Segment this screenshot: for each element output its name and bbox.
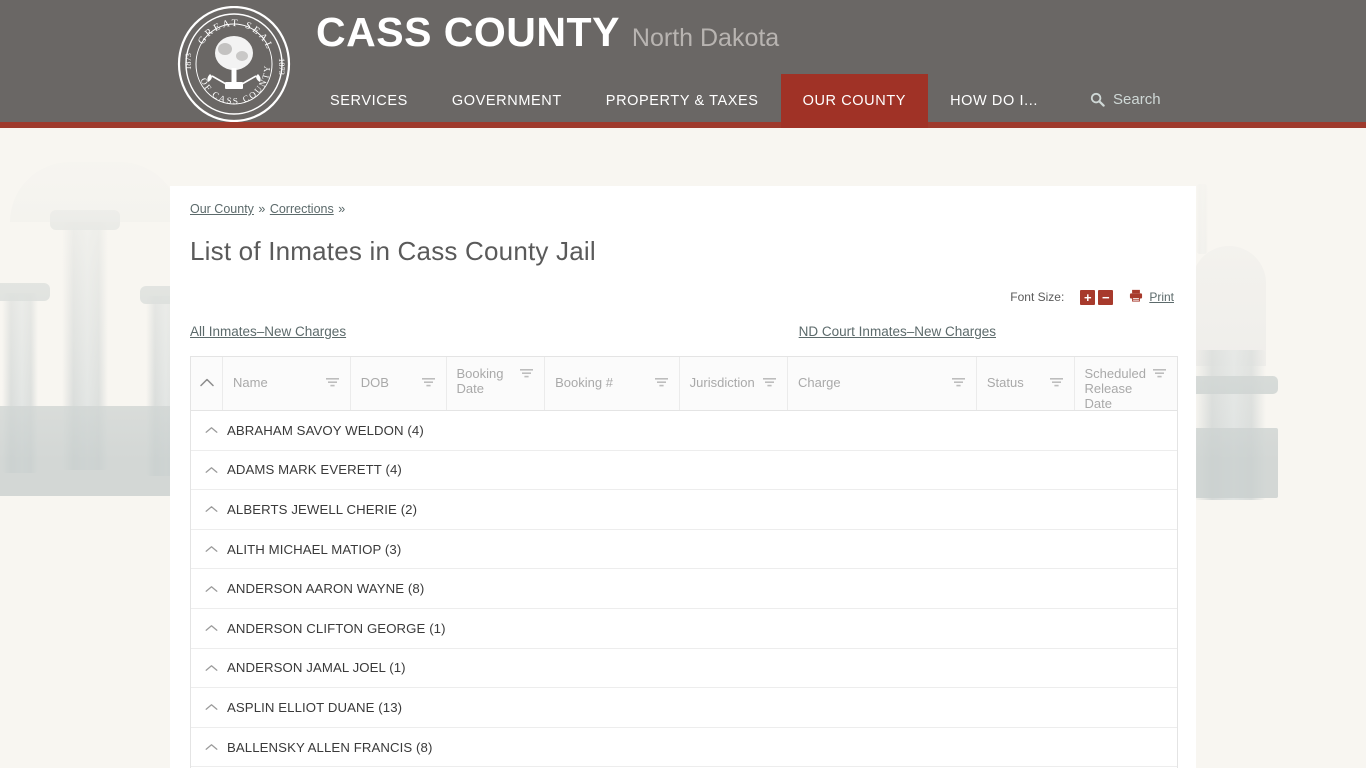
table-row[interactable]: ASPLIN ELLIOT DUANE (13) <box>191 688 1177 728</box>
nav-item-property-taxes[interactable]: PROPERTY & TAXES <box>584 74 781 128</box>
inmate-name: BALLENSKY ALLEN FRANCIS (8) <box>227 739 433 755</box>
table-row[interactable]: ANDERSON AARON WAYNE (8) <box>191 569 1177 609</box>
chevron-up-icon[interactable] <box>201 703 221 711</box>
grid-body: ABRAHAM SAVOY WELDON (4) ADAMS MARK EVERE… <box>191 411 1177 768</box>
page-tools: Font Size: + − Print <box>190 289 1176 305</box>
search-button[interactable]: Search <box>1060 73 1175 127</box>
inmate-name: ANDERSON AARON WAYNE (8) <box>227 581 425 597</box>
brand-subtitle: North Dakota <box>631 24 780 52</box>
table-row[interactable]: BALLENSKY ALLEN FRANCIS (8) <box>191 727 1177 768</box>
link-all-inmates-new-charges[interactable]: All Inmates–New Charges <box>190 324 346 339</box>
grid-header-row: Name DOB Booking Date Booking # Jurisdic… <box>191 357 1177 411</box>
inmate-name: ANDERSON JAMAL JOEL (1) <box>227 660 406 676</box>
chevron-up-icon[interactable] <box>201 466 221 474</box>
county-seal-logo[interactable]: GREAT SEAL OF CASS COUNTY 1873 1873 <box>176 5 292 123</box>
nav-item-our-county[interactable]: OUR COUNTY <box>780 74 929 128</box>
grid-header-status-label: Status <box>986 375 1024 391</box>
font-size-controls: + − <box>1080 289 1114 305</box>
brand-title: CASS COUNTY <box>316 9 620 55</box>
grid-header-dob-label: DOB <box>360 375 389 391</box>
svg-text:1873: 1873 <box>277 58 287 75</box>
inmate-name: ANDERSON CLIFTON GEORGE (1) <box>227 620 446 636</box>
breadcrumb-separator-1: » <box>254 202 269 216</box>
svg-text:1873: 1873 <box>183 53 193 70</box>
chevron-up-icon[interactable] <box>201 624 221 632</box>
content-card: Our County » Corrections » List of Inmat… <box>170 186 1196 768</box>
breadcrumb-separator-2: » <box>334 202 346 216</box>
inmate-name: ALITH MICHAEL MATIOP (3) <box>227 541 402 557</box>
filter-icon-charge[interactable] <box>951 376 966 392</box>
print-button[interactable]: Print <box>1129 289 1174 305</box>
chevron-up-icon[interactable] <box>201 545 221 553</box>
breadcrumb-our-county[interactable]: Our County <box>190 202 254 216</box>
grid-header-jurisdiction-label: Jurisdiction <box>689 375 755 391</box>
grid-header-charge-label: Charge <box>797 375 841 391</box>
search-label: Search <box>1113 91 1161 108</box>
chevron-up-icon[interactable] <box>201 664 221 672</box>
filter-icon-dob[interactable] <box>421 376 436 392</box>
quick-links: All Inmates–New Charges ND Court Inmates… <box>190 324 1176 339</box>
filter-icon-scheduled-release-date[interactable] <box>1152 367 1167 383</box>
grid-header-booking-date[interactable]: Booking Date <box>447 357 546 410</box>
page-title: List of Inmates in Cass County Jail <box>190 236 596 266</box>
main-navigation: SERVICES GOVERNMENT PROPERTY & TAXES OUR… <box>316 74 1175 128</box>
table-row[interactable]: ALITH MICHAEL MATIOP (3) <box>191 529 1177 570</box>
chevron-up-icon[interactable] <box>201 585 221 593</box>
printer-icon <box>1129 289 1143 305</box>
grid-header-scheduled-release-date-label: Scheduled Release Date <box>1084 366 1146 411</box>
font-size-increase-button[interactable]: + <box>1080 289 1096 305</box>
table-row[interactable]: ABRAHAM SAVOY WELDON (4) <box>191 411 1177 451</box>
nav-item-services[interactable]: SERVICES <box>316 74 430 128</box>
site-brand[interactable]: CASS COUNTY North Dakota <box>316 12 779 53</box>
grid-header-scheduled-release-date[interactable]: Scheduled Release Date <box>1075 357 1177 411</box>
chevron-up-icon[interactable] <box>201 743 221 751</box>
grid-header-expand-all[interactable] <box>191 357 224 410</box>
print-label: Print <box>1149 290 1174 304</box>
filter-icon-name[interactable] <box>325 376 340 392</box>
table-row[interactable]: ALBERTS JEWELL CHERIE (2) <box>191 490 1177 530</box>
font-size-decrease-button[interactable]: − <box>1098 289 1114 305</box>
table-row[interactable]: ANDERSON JAMAL JOEL (1) <box>191 648 1177 689</box>
background-courthouse-left <box>0 128 190 768</box>
breadcrumb-corrections[interactable]: Corrections <box>270 202 334 216</box>
site-header: GREAT SEAL OF CASS COUNTY 1873 1873 CASS… <box>0 0 1366 128</box>
breadcrumb: Our County » Corrections » <box>190 200 1176 216</box>
grid-header-name[interactable]: Name <box>223 357 351 410</box>
grid-header-booking-number-label: Booking # <box>555 375 613 391</box>
search-icon <box>1090 92 1105 107</box>
grid-header-jurisdiction[interactable]: Jurisdiction <box>680 357 788 410</box>
font-size-label: Font Size: <box>1010 290 1065 304</box>
inmates-grid: Name DOB Booking Date Booking # Jurisdic… <box>190 356 1178 768</box>
nav-item-government[interactable]: GOVERNMENT <box>430 74 584 128</box>
table-row[interactable]: ADAMS MARK EVERETT (4) <box>191 450 1177 491</box>
filter-icon-status[interactable] <box>1049 376 1064 392</box>
grid-header-dob[interactable]: DOB <box>351 357 447 410</box>
chevron-up-icon[interactable] <box>201 426 221 434</box>
inmate-name: ALBERTS JEWELL CHERIE (2) <box>227 501 418 517</box>
grid-header-name-label: Name <box>233 375 268 391</box>
filter-icon-booking-number[interactable] <box>654 376 669 392</box>
grid-header-charge[interactable]: Charge <box>788 357 977 410</box>
filter-icon-jurisdiction[interactable] <box>762 376 777 392</box>
link-nd-court-inmates-new-charges[interactable]: ND Court Inmates–New Charges <box>799 324 996 339</box>
table-row[interactable]: ANDERSON CLIFTON GEORGE (1) <box>191 608 1177 649</box>
inmate-name: ABRAHAM SAVOY WELDON (4) <box>227 422 424 438</box>
grid-header-booking-date-label: Booking Date <box>456 366 504 396</box>
background-courthouse-right <box>1176 128 1366 768</box>
nav-item-how-do-i[interactable]: HOW DO I... <box>928 74 1060 128</box>
chevron-up-icon[interactable] <box>201 505 221 513</box>
inmate-name: ASPLIN ELLIOT DUANE (13) <box>227 699 403 715</box>
filter-icon-booking-date[interactable] <box>519 367 534 383</box>
grid-header-status[interactable]: Status <box>977 357 1075 410</box>
chevron-up-icon <box>199 376 214 391</box>
inmate-name: ADAMS MARK EVERETT (4) <box>227 462 402 478</box>
grid-header-booking-number[interactable]: Booking # <box>545 357 680 410</box>
